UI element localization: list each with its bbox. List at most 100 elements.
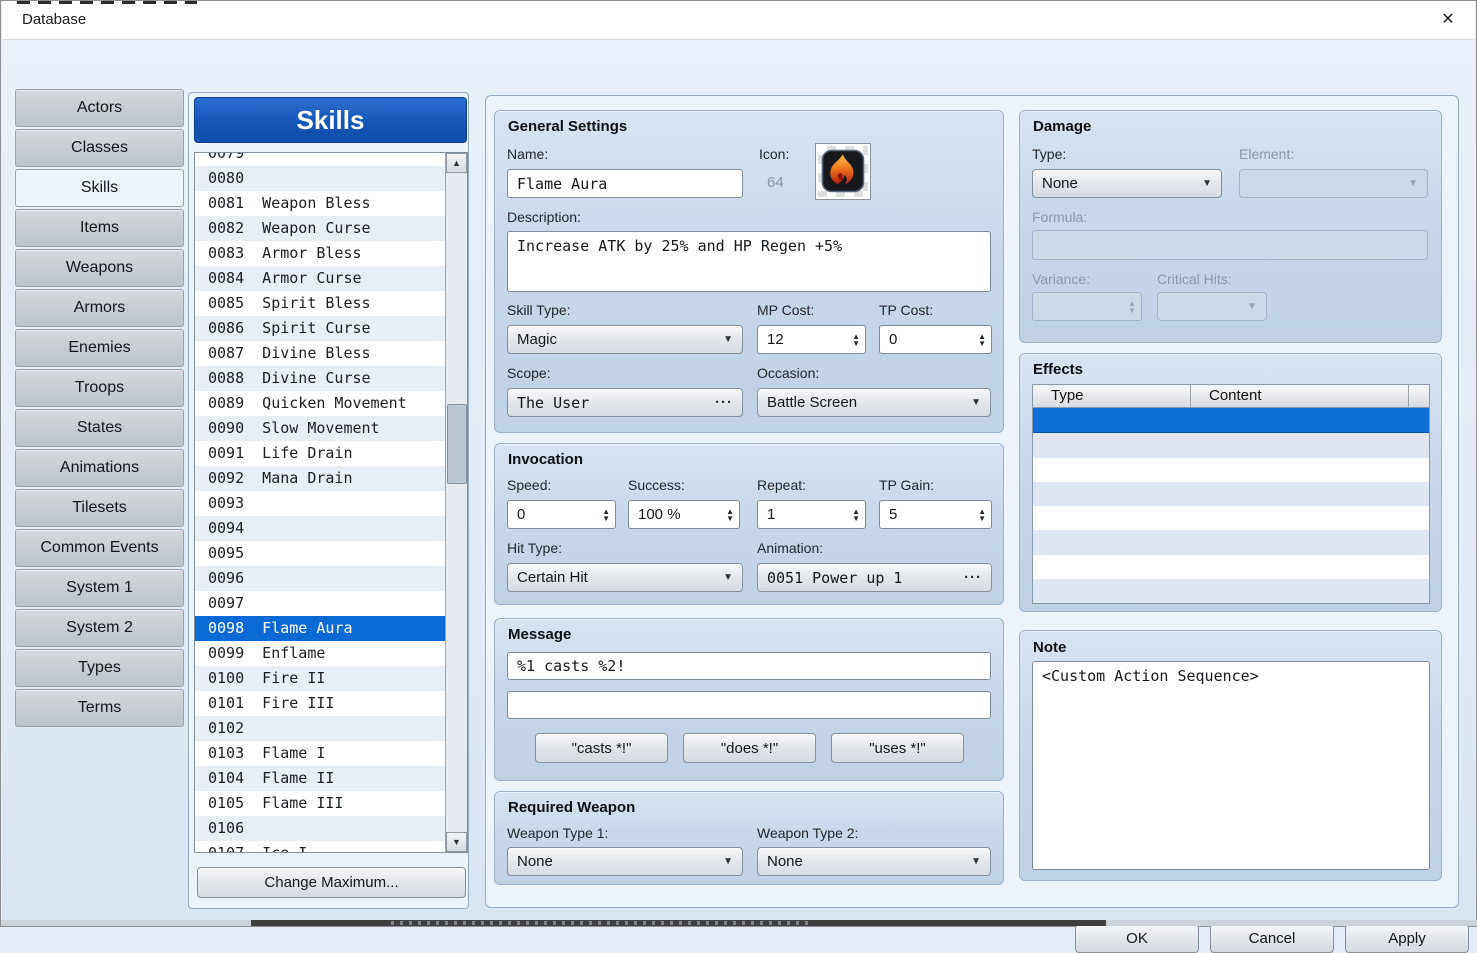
- tab-terms[interactable]: Terms: [15, 689, 184, 727]
- skill-list-item[interactable]: 0106: [195, 816, 447, 841]
- tab-states[interactable]: States: [15, 409, 184, 447]
- tab-armors[interactable]: Armors: [15, 289, 184, 327]
- effects-empty-row[interactable]: [1033, 555, 1429, 579]
- skill-list-item[interactable]: 0101 Fire III: [195, 691, 447, 716]
- skill-list-item[interactable]: 0079: [195, 152, 447, 166]
- animation-button[interactable]: 0051 Power up 1···: [757, 563, 992, 592]
- note-textarea[interactable]: <Custom Action Sequence>: [1032, 661, 1430, 870]
- spinner-arrows-icon[interactable]: ▲▼: [852, 333, 860, 347]
- skill-list-item[interactable]: 0092 Mana Drain: [195, 466, 447, 491]
- skill-list-item[interactable]: 0093: [195, 491, 447, 516]
- spinner-arrows-icon[interactable]: ▲▼: [726, 508, 734, 522]
- damage-type-label: Type:: [1032, 146, 1066, 162]
- skill-list-item[interactable]: 0081 Weapon Bless: [195, 191, 447, 216]
- skill-list-item[interactable]: 0096: [195, 566, 447, 591]
- ellipsis-icon: ···: [715, 394, 733, 411]
- spinner-arrows-icon[interactable]: ▲▼: [852, 508, 860, 522]
- effects-empty-row[interactable]: [1033, 458, 1429, 482]
- skill-list-item[interactable]: 0090 Slow Movement: [195, 416, 447, 441]
- skill-list-item[interactable]: 0086 Spirit Curse: [195, 316, 447, 341]
- tab-actors[interactable]: Actors: [15, 89, 184, 127]
- skill-list-item[interactable]: 0099 Enflame: [195, 641, 447, 666]
- effects-selected-row[interactable]: [1033, 408, 1429, 433]
- skill-list-item[interactable]: 0089 Quicken Movement: [195, 391, 447, 416]
- effects-column-content[interactable]: Content: [1191, 385, 1409, 407]
- tab-animations[interactable]: Animations: [15, 449, 184, 487]
- tab-types[interactable]: Types: [15, 649, 184, 687]
- message-line1-input[interactable]: %1 casts %2!: [507, 652, 991, 680]
- scrollbar-thumb[interactable]: [447, 404, 467, 484]
- icon-picker-button[interactable]: [815, 143, 871, 200]
- skill-list-item[interactable]: 0097: [195, 591, 447, 616]
- skill-list-item[interactable]: 0102: [195, 716, 447, 741]
- speed-spinner[interactable]: 0 ▲▼: [507, 500, 616, 529]
- tab-tilesets[interactable]: Tilesets: [15, 489, 184, 527]
- skill-list-item[interactable]: 0085 Spirit Bless: [195, 291, 447, 316]
- skill-type-dropdown[interactable]: Magic▼: [507, 325, 743, 354]
- skill-list-item[interactable]: 0098 Flame Aura: [195, 616, 447, 641]
- name-input[interactable]: Flame Aura: [507, 169, 743, 198]
- tab-enemies[interactable]: Enemies: [15, 329, 184, 367]
- effects-table[interactable]: Type Content: [1032, 384, 1430, 604]
- title-bar[interactable]: Database ✕: [2, 1, 1475, 40]
- skill-list-item[interactable]: 0107 Ice I: [195, 841, 447, 853]
- tab-troops[interactable]: Troops: [15, 369, 184, 407]
- scope-button[interactable]: The User···: [507, 388, 743, 417]
- tab-system-2[interactable]: System 2: [15, 609, 184, 647]
- change-maximum-button[interactable]: Change Maximum...: [197, 867, 466, 898]
- effects-empty-row[interactable]: [1033, 530, 1429, 554]
- success-spinner[interactable]: 100 % ▲▼: [628, 500, 740, 529]
- cancel-button[interactable]: Cancel: [1210, 924, 1334, 953]
- spinner-arrows-icon[interactable]: ▲▼: [602, 508, 610, 522]
- skill-list-item[interactable]: 0105 Flame III: [195, 791, 447, 816]
- scroll-up-icon[interactable]: ▲: [446, 153, 467, 173]
- skill-list-item[interactable]: 0088 Divine Curse: [195, 366, 447, 391]
- ok-button[interactable]: OK: [1075, 924, 1199, 953]
- effects-empty-row[interactable]: [1033, 579, 1429, 603]
- close-icon[interactable]: ✕: [1429, 1, 1467, 39]
- skill-list-item[interactable]: 0094: [195, 516, 447, 541]
- skill-list-item[interactable]: 0095: [195, 541, 447, 566]
- scroll-down-icon[interactable]: ▼: [446, 832, 467, 852]
- effects-empty-row[interactable]: [1033, 482, 1429, 506]
- hit-type-dropdown[interactable]: Certain Hit▼: [507, 563, 743, 592]
- mp-cost-spinner[interactable]: 12 ▲▼: [757, 325, 866, 354]
- spinner-arrows-icon[interactable]: ▲▼: [978, 333, 986, 347]
- formula-input-disabled: [1032, 230, 1428, 260]
- skill-list-scrollbar[interactable]: ▲ ▼: [445, 153, 467, 852]
- tab-skills[interactable]: Skills: [15, 169, 184, 207]
- tab-items[interactable]: Items: [15, 209, 184, 247]
- effects-column-type[interactable]: Type: [1033, 385, 1191, 407]
- skill-list-item[interactable]: 0103 Flame I: [195, 741, 447, 766]
- spinner-arrows-icon[interactable]: ▲▼: [978, 508, 986, 522]
- tab-system-1[interactable]: System 1: [15, 569, 184, 607]
- description-textarea[interactable]: Increase ATK by 25% and HP Regen +5%: [507, 231, 991, 292]
- tab-weapons[interactable]: Weapons: [15, 249, 184, 287]
- preset-uses-button[interactable]: "uses *!": [831, 733, 964, 763]
- effects-empty-row[interactable]: [1033, 506, 1429, 530]
- message-line2-input[interactable]: [507, 691, 991, 719]
- weapon-type1-dropdown[interactable]: None▼: [507, 847, 743, 876]
- effects-empty-row[interactable]: [1033, 433, 1429, 457]
- damage-type-dropdown[interactable]: None▼: [1032, 169, 1222, 198]
- skill-list[interactable]: 007900800081 Weapon Bless0082 Weapon Cur…: [194, 152, 468, 853]
- repeat-spinner[interactable]: 1 ▲▼: [757, 500, 866, 529]
- skill-list-item[interactable]: 0083 Armor Bless: [195, 241, 447, 266]
- weapon-type2-dropdown[interactable]: None▼: [757, 847, 991, 876]
- tp-cost-spinner[interactable]: 0 ▲▼: [879, 325, 992, 354]
- element-dropdown-disabled: ▼: [1239, 169, 1428, 198]
- preset-casts-button[interactable]: "casts *!": [535, 733, 668, 763]
- occasion-dropdown[interactable]: Battle Screen▼: [757, 388, 991, 417]
- preset-does-button[interactable]: "does *!": [683, 733, 816, 763]
- tab-classes[interactable]: Classes: [15, 129, 184, 167]
- skill-list-item[interactable]: 0091 Life Drain: [195, 441, 447, 466]
- skill-list-item[interactable]: 0082 Weapon Curse: [195, 216, 447, 241]
- tp-gain-spinner[interactable]: 5 ▲▼: [879, 500, 992, 529]
- tab-common-events[interactable]: Common Events: [15, 529, 184, 567]
- skill-list-item[interactable]: 0087 Divine Bless: [195, 341, 447, 366]
- skill-list-item[interactable]: 0080: [195, 166, 447, 191]
- skill-list-item[interactable]: 0104 Flame II: [195, 766, 447, 791]
- skill-list-item[interactable]: 0100 Fire II: [195, 666, 447, 691]
- skill-list-item[interactable]: 0084 Armor Curse: [195, 266, 447, 291]
- apply-button[interactable]: Apply: [1345, 924, 1469, 953]
